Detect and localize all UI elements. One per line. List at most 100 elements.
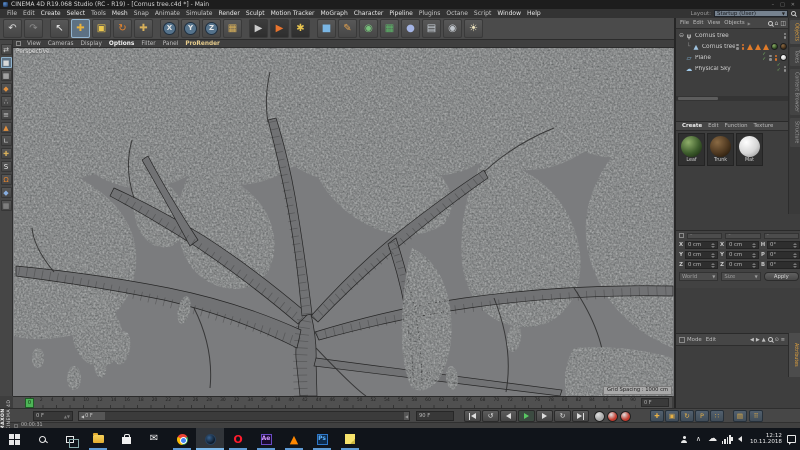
om-home-icon[interactable]: ⌂ — [775, 20, 779, 27]
menu-octane[interactable]: Octane — [443, 10, 471, 17]
key-rotation-button[interactable]: ↻ — [680, 410, 694, 422]
minimize-button[interactable]: – — [772, 2, 775, 8]
om-menu-file[interactable]: File — [678, 20, 691, 26]
move-tool-button[interactable]: ✚ — [71, 19, 90, 38]
texture-tag-leaf[interactable] — [771, 43, 778, 50]
key-point-level-button[interactable]: ∷ — [710, 410, 724, 422]
add-mograph-cloner-button[interactable]: ▦ — [380, 19, 399, 38]
om-menu-view[interactable]: View — [705, 20, 722, 26]
taskbar-clock[interactable]: 12:1210.11.2018 — [750, 433, 782, 446]
add-array-button[interactable]: ▤ — [422, 19, 441, 38]
object-row-cornus-tree[interactable]: └▲Cornus tree — [676, 41, 788, 52]
add-camera-button[interactable]: ◉ — [443, 19, 462, 38]
coord-dropdown-2[interactable]: – — [725, 233, 760, 239]
texture-mode-button[interactable]: ▦ — [1, 70, 12, 81]
nav-forward-icon[interactable]: ▶ — [756, 337, 760, 343]
polygon-selection-tag[interactable] — [763, 44, 769, 50]
taskbar-chrome[interactable] — [168, 428, 196, 450]
add-light-button[interactable]: ☀ — [464, 19, 483, 38]
nav-back-icon[interactable]: ◀ — [750, 337, 754, 343]
taskbar-photoshop[interactable]: Ps — [308, 428, 336, 450]
redo-button[interactable]: ↷ — [24, 19, 43, 38]
om-search-icon[interactable] — [768, 21, 773, 26]
menu-pipeline[interactable]: Pipeline — [386, 10, 415, 17]
menu-help[interactable]: Help — [524, 10, 544, 17]
enable-checks[interactable]: ✓✓ — [762, 53, 766, 62]
layer-dots[interactable] — [742, 44, 745, 50]
render-settings-button[interactable]: ✱ — [291, 19, 310, 38]
attr-grid-icon[interactable] — [679, 337, 685, 343]
viewport-solo-button[interactable]: S — [1, 161, 12, 172]
taskbar-file-explorer[interactable] — [84, 428, 112, 450]
om-panel-icon[interactable]: ◫ — [780, 20, 786, 27]
viewport-menu-filter[interactable]: Filter — [138, 41, 158, 47]
spinner-icon[interactable] — [711, 243, 715, 248]
end-frame-field[interactable]: 90 F — [416, 411, 454, 421]
menu-snap[interactable]: Snap — [131, 10, 152, 17]
key-parameter-button[interactable]: P — [695, 410, 709, 422]
last-used-tool-button[interactable]: ✚ — [134, 19, 153, 38]
live-selection-button[interactable]: ↖ — [50, 19, 69, 38]
keyframe-presets-button[interactable]: ▤ — [733, 410, 747, 422]
layout-select[interactable]: Startup (User)▼ — [714, 10, 788, 17]
object-axis-mode-button[interactable]: ∟ — [1, 135, 12, 146]
visibility-dots[interactable] — [736, 44, 739, 50]
taskbar-task-view[interactable] — [56, 428, 84, 450]
add-subdivision-surface-button[interactable]: ◉ — [359, 19, 378, 38]
tab-structure[interactable]: Structure — [790, 118, 800, 146]
polygons-mode-button[interactable]: ▲ — [1, 122, 12, 133]
enable-checks[interactable]: ✓✓ — [777, 64, 781, 73]
lock-icon[interactable]: ⊙ — [775, 337, 779, 343]
viewport-menu-cameras[interactable]: Cameras — [45, 41, 77, 47]
om-menu-objects[interactable]: Objects — [722, 20, 746, 26]
menu-motion-tracker[interactable]: Motion Tracker — [268, 10, 318, 17]
om-scrollbar[interactable] — [676, 96, 788, 101]
tab-content-browser[interactable]: Content Browser — [790, 69, 800, 115]
viewport-menu-panel[interactable]: Panel — [160, 41, 182, 47]
viewport-menu-view[interactable]: View — [24, 41, 44, 47]
taskbar-cinema-4d[interactable] — [196, 428, 224, 450]
enable-snap-button[interactable]: Ω — [1, 174, 12, 185]
goto-end-button[interactable] — [572, 410, 589, 422]
next-frame-button[interactable] — [536, 410, 553, 422]
taskbar-opera[interactable]: O — [224, 428, 252, 450]
edges-mode-button[interactable]: ≡ — [1, 109, 12, 120]
taskbar-start[interactable] — [0, 428, 28, 450]
viewport-menu-prorender[interactable]: ProRender — [182, 41, 223, 47]
add-volume-builder-button[interactable]: ● — [401, 19, 420, 38]
onedrive-icon[interactable]: ☁ — [708, 434, 717, 444]
workplane-mode-button[interactable]: ◆ — [1, 83, 12, 94]
spinner-icon[interactable] — [793, 243, 797, 248]
search-icon[interactable] — [791, 11, 796, 16]
play-loop-button[interactable]: ↻ — [554, 410, 571, 422]
material-menu-create[interactable]: Create — [679, 123, 705, 129]
maximize-button[interactable]: □ — [780, 2, 785, 8]
ruler-end-field[interactable]: 0 F — [641, 398, 669, 407]
expander-icon[interactable]: ⊖ — [678, 32, 685, 39]
add-cube-object-button[interactable]: ■ — [317, 19, 336, 38]
coordinate-system-button[interactable]: ▦ — [223, 19, 242, 38]
points-mode-button[interactable]: ∴ — [1, 96, 12, 107]
menu-plugins[interactable]: Plugins — [416, 10, 444, 17]
position-field[interactable]: 0 cm — [685, 261, 718, 269]
rotate-tool-button[interactable]: ↻ — [113, 19, 132, 38]
position-field[interactable]: 0 cm — [685, 241, 718, 249]
object-row-physical-sky[interactable]: ☁Physical Sky✓✓ — [676, 63, 788, 74]
taskbar-sticky-notes[interactable] — [336, 428, 364, 450]
network-icon[interactable] — [722, 434, 731, 444]
render-picture-viewer-button[interactable]: ▶ — [270, 19, 289, 38]
coord-size-select[interactable]: Size▼ — [721, 272, 760, 281]
enable-axis-button[interactable]: ✚ — [1, 148, 12, 159]
convert-tool-button[interactable]: ⇄ — [1, 44, 12, 55]
add-spline-pen-button[interactable]: ✎ — [338, 19, 357, 38]
list-icon[interactable]: ≡ — [781, 337, 785, 343]
viewport-menu-display[interactable]: Display — [78, 41, 105, 47]
scale-tool-button[interactable]: ▣ — [92, 19, 111, 38]
object-row-plane[interactable]: ▱Plane✓✓ — [676, 52, 788, 63]
lock-y-axis-button[interactable]: Y — [181, 19, 200, 38]
autokeying-button[interactable] — [620, 411, 631, 422]
filter-icon[interactable]: ▲ — [762, 337, 766, 343]
menu-tools[interactable]: Tools — [88, 10, 109, 17]
spinner-icon[interactable] — [752, 253, 756, 258]
rotation-field[interactable]: 0° — [767, 261, 800, 269]
